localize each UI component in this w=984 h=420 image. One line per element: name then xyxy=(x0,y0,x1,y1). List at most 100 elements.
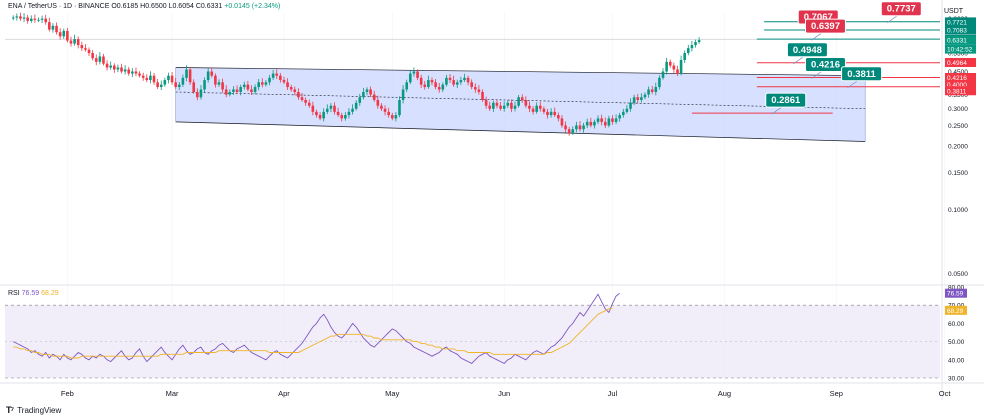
candle-body xyxy=(372,94,376,100)
candle-body xyxy=(102,56,105,64)
candle-body xyxy=(578,125,582,130)
candle-body xyxy=(459,80,463,83)
candle-body xyxy=(643,94,647,98)
candle-body xyxy=(185,69,188,78)
candle-body xyxy=(311,105,315,112)
candle-body xyxy=(138,73,141,76)
candle-body xyxy=(607,118,611,126)
candle-body xyxy=(214,75,217,85)
rsi-tick-label: 40.00 xyxy=(948,357,965,364)
price-axis-unit: USDT xyxy=(944,8,964,15)
candle-body xyxy=(470,82,473,88)
price-tick-label: 0.0500 xyxy=(948,271,968,278)
candle-body xyxy=(495,102,499,106)
candle-body xyxy=(560,118,564,126)
candle-body xyxy=(430,80,434,83)
level-label: 0.7737 xyxy=(887,4,916,15)
candle-body xyxy=(600,118,603,122)
candle-body xyxy=(463,77,466,81)
candle-body xyxy=(466,77,470,83)
candle-body xyxy=(611,118,614,122)
price-badge-label: 0.3811 xyxy=(947,88,967,95)
candle-body xyxy=(134,71,138,74)
price-tick-label: 0.2500 xyxy=(948,123,968,130)
price-tick-label: 0.3000 xyxy=(948,106,968,113)
candle-body xyxy=(325,108,329,112)
candle-body xyxy=(300,97,304,100)
candle-body xyxy=(528,105,531,109)
x-tick-label: Jun xyxy=(498,389,510,398)
candle-body xyxy=(614,118,618,122)
candle-body xyxy=(123,69,127,72)
candle-body xyxy=(282,80,286,83)
rsi-header: RSI 76.59 68.29 xyxy=(8,290,59,297)
candle-body xyxy=(19,16,22,19)
candle-body xyxy=(91,53,94,59)
candle-body xyxy=(228,91,232,95)
rsi-label[interactable]: RSI xyxy=(8,290,20,297)
candle-body xyxy=(196,91,199,98)
candle-body xyxy=(116,67,120,70)
candle-body xyxy=(434,82,437,88)
candle-body xyxy=(242,84,246,88)
candle-body xyxy=(531,108,535,112)
candle-body xyxy=(315,111,318,116)
candle-body xyxy=(582,125,585,130)
x-tick-label: Jul xyxy=(608,389,618,398)
candle-body xyxy=(542,108,546,112)
candle-body xyxy=(268,77,271,83)
candle-body xyxy=(632,97,636,103)
symbol-header: ENA / TetherUS · 1D · BINANCE O0.6185 H0… xyxy=(8,3,280,10)
candle-body xyxy=(513,105,517,109)
candle-body xyxy=(502,105,506,109)
candle-body xyxy=(665,61,668,72)
level-label: 0.2861 xyxy=(771,95,801,106)
candle-body xyxy=(329,105,333,109)
candle-body xyxy=(174,82,177,88)
candle-body xyxy=(354,102,358,109)
candle-body xyxy=(383,108,387,112)
tradingview-footer[interactable]: T⁷ TradingView xyxy=(6,405,61,415)
price-tick-label: 0.1500 xyxy=(948,170,968,177)
candle-body xyxy=(199,89,203,98)
price-badge-label: 0.4964 xyxy=(947,60,967,67)
candle-body xyxy=(145,77,149,81)
candle-body xyxy=(351,108,354,112)
candle-body xyxy=(668,61,672,66)
level-label: 0.4216 xyxy=(811,59,840,70)
x-tick-label: May xyxy=(385,389,399,398)
candle-body xyxy=(58,32,62,37)
candle-body xyxy=(109,65,112,68)
level-label: 0.3811 xyxy=(847,69,876,80)
price-badge-label: 10:42:52 xyxy=(947,47,973,54)
candle-body xyxy=(210,71,214,76)
candle-body xyxy=(127,69,131,74)
candle-body xyxy=(535,105,538,112)
candle-body xyxy=(62,30,66,37)
candle-body xyxy=(293,89,297,92)
candle-body xyxy=(629,102,632,109)
price-tick-label: 0.1000 xyxy=(948,207,968,214)
candle-body xyxy=(567,129,571,134)
candle-body xyxy=(423,84,427,88)
candle-body xyxy=(690,45,694,49)
ohlc-values: O0.6185 H0.6500 L0.6054 C0.6331 xyxy=(111,3,223,10)
candle-body xyxy=(26,17,29,21)
candle-body xyxy=(120,67,123,72)
symbol-label[interactable]: ENA / TetherUS · 1D · BINANCE xyxy=(8,3,109,10)
candle-body xyxy=(524,99,528,106)
tradingview-logo-icon: T⁷ xyxy=(6,405,14,415)
candle-body xyxy=(387,111,390,116)
candle-body xyxy=(304,99,307,103)
candle-body xyxy=(51,25,55,30)
candle-body xyxy=(33,18,37,20)
candle-body xyxy=(452,80,455,85)
chart-canvas: 0.05000.10000.15000.20000.25000.30000.35… xyxy=(0,0,984,400)
candle-body xyxy=(553,111,557,116)
candle-body xyxy=(538,105,542,109)
candle-body xyxy=(676,69,679,74)
candle-body xyxy=(253,87,257,92)
rsi-badge-label: 68.29 xyxy=(947,308,964,315)
candle-body xyxy=(55,25,58,33)
candle-body xyxy=(409,73,412,83)
